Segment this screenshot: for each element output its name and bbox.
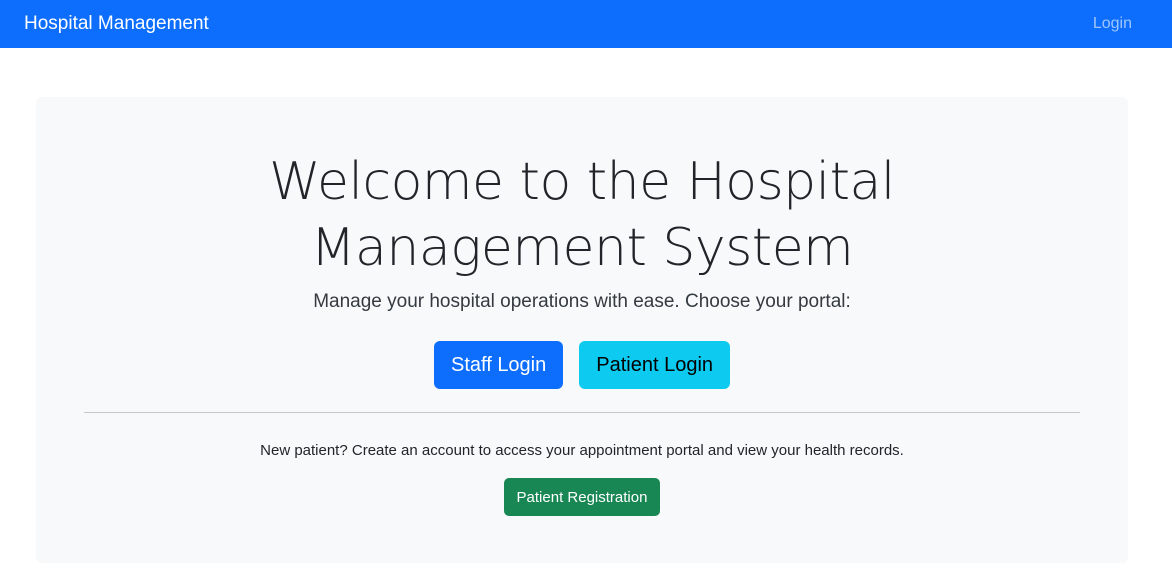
- page-subtitle: Manage your hospital operations with eas…: [313, 291, 851, 312]
- staff-login-button[interactable]: Staff Login: [433, 341, 564, 389]
- page-title: Welcome to the Hospital Management Syste…: [269, 152, 895, 278]
- welcome-panel: Welcome to the Hospital Management Syste…: [36, 97, 1128, 563]
- top-navbar: Hospital Management Login: [0, 0, 1172, 48]
- portal-buttons: Staff Login Patient Login: [36, 341, 1128, 389]
- registration-row: Patient Registration: [36, 478, 1128, 516]
- patient-registration-button[interactable]: Patient Registration: [503, 478, 661, 516]
- nav-login-link[interactable]: Login: [1093, 15, 1132, 33]
- navbar-brand[interactable]: Hospital Management: [24, 13, 209, 35]
- patient-login-button[interactable]: Patient Login: [579, 341, 731, 389]
- section-divider: [84, 412, 1080, 413]
- new-patient-text: New patient? Create an account to access…: [260, 442, 904, 459]
